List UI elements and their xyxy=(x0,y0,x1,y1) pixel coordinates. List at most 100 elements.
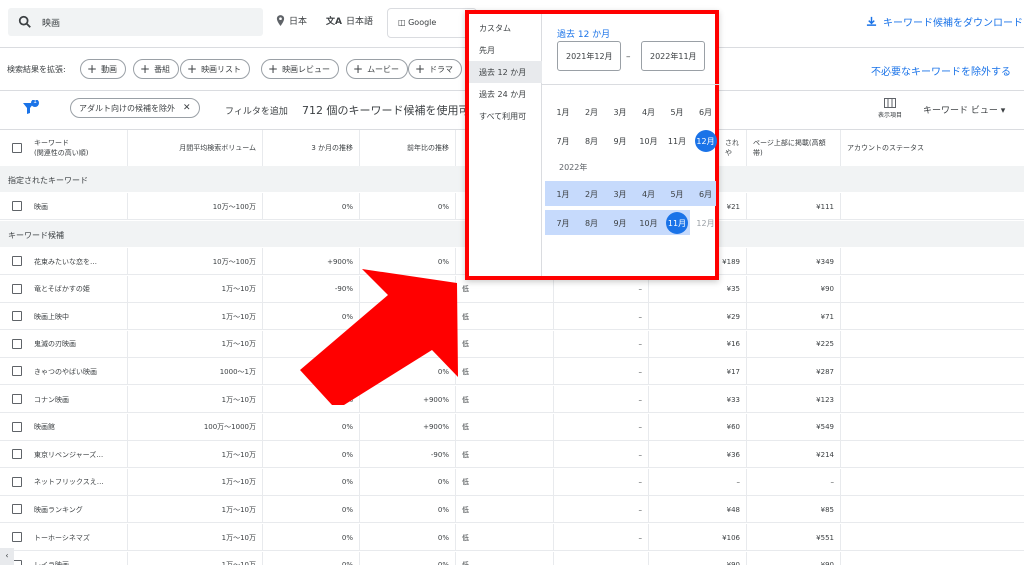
expand-chip[interactable]: + 映画レビュー xyxy=(261,59,340,79)
month-cell[interactable]: 1月 xyxy=(549,184,577,204)
month-cell[interactable]: 7月 xyxy=(549,213,577,233)
adult-filter-chip[interactable]: アダルト向けの候補を除外 ✕ xyxy=(70,98,200,118)
row-checkbox[interactable] xyxy=(12,201,22,211)
month-cell[interactable]: 7月 xyxy=(549,131,577,151)
end-date-field[interactable]: 2022年11月 xyxy=(641,41,705,71)
expand-chip[interactable]: + 番組 xyxy=(133,59,180,79)
row-checkbox[interactable] xyxy=(12,283,22,294)
month-cell[interactable]: 4月 xyxy=(635,184,663,204)
table-row[interactable]: きゃつのやばい映画1000〜1万0%0%低–¥17¥287 xyxy=(0,358,1024,386)
month-cell[interactable]: 1月 xyxy=(549,102,577,122)
three-month-cell: 0% xyxy=(263,441,360,469)
month-cell[interactable]: 3月 xyxy=(606,102,634,122)
keyword-cell: きゃつのやばい映画 xyxy=(28,358,128,386)
table-row[interactable]: レイラ映画1万〜10万0%0%低–¥90¥90 xyxy=(0,551,1024,565)
row-checkbox[interactable] xyxy=(12,421,22,432)
header-yoy-label: 前年比の推移 xyxy=(407,144,449,152)
header-account-status[interactable]: アカウントのステータス xyxy=(841,130,1024,166)
table-row[interactable]: 映画ランキング 1万〜10万 0% 0% 低 – ¥48 ¥85 xyxy=(0,496,1024,524)
month-cell[interactable]: 5月 xyxy=(663,102,691,122)
month-cell[interactable]: 4月 xyxy=(635,102,663,122)
month-cell[interactable]: 9月 xyxy=(606,131,634,151)
download-ideas-button[interactable]: キーワード候補をダウンロード xyxy=(866,14,1023,29)
account-status-cell xyxy=(841,552,1024,565)
month-cell[interactable]: 8月 xyxy=(578,213,606,233)
table-row[interactable]: 映画上映中1万〜10万0%0%低–¥29¥71 xyxy=(0,303,1024,331)
volume-cell: 1万〜10万 xyxy=(128,330,263,358)
expand-chip[interactable]: + 映画リスト xyxy=(180,59,251,79)
keyword-cell: トーホーシネマズ xyxy=(28,524,128,551)
row-checkbox[interactable] xyxy=(12,394,22,404)
month-cell[interactable]: 2月 xyxy=(578,102,606,122)
month-cell[interactable]: 9月 xyxy=(606,213,634,233)
header-keyword[interactable]: キーワード (関連性の高い順) xyxy=(28,130,128,166)
volume-cell: 1万〜10万 xyxy=(128,551,263,565)
plus-icon: + xyxy=(268,62,279,76)
month-cell[interactable]: 6月 xyxy=(692,102,720,122)
row-checkbox[interactable] xyxy=(12,532,22,542)
month-cell[interactable]: 12月 xyxy=(694,130,717,152)
table-row[interactable]: トーホーシネマズ 1万〜10万 0% 0% 低 – ¥106 ¥551 xyxy=(0,524,1024,551)
row-checkbox[interactable] xyxy=(12,311,22,322)
bid-low-cell: ¥17 xyxy=(649,358,747,386)
preset-custom[interactable]: カスタム xyxy=(469,17,542,39)
month-cell[interactable]: 6月 xyxy=(692,184,720,204)
table-row[interactable]: 東京リベンジャーズ… 1万〜10万 0% -90% 低 – ¥36 ¥214 xyxy=(0,441,1024,469)
row-checkbox[interactable] xyxy=(12,476,22,487)
account-status-cell xyxy=(841,193,1024,220)
month-cell[interactable]: 11月 xyxy=(663,131,691,151)
row-checkbox[interactable] xyxy=(12,338,22,349)
month-cell[interactable]: 2月 xyxy=(578,184,606,204)
month-cell[interactable]: 3月 xyxy=(606,184,634,204)
account-status-cell xyxy=(841,331,1024,358)
table-row[interactable]: 映画館 100万〜1000万 0% +900% 低 – ¥60 ¥549 xyxy=(0,413,1024,441)
bid-high-cell: ¥123 xyxy=(747,386,841,413)
volume-cell: 100万〜1000万 xyxy=(128,413,263,441)
row-checkbox[interactable] xyxy=(12,256,22,266)
impression-share-cell: – xyxy=(554,330,649,358)
header-volume[interactable]: 月間平均検索ボリューム xyxy=(128,130,263,166)
filter-button[interactable]: 1 xyxy=(22,98,40,120)
three-month-cell: 0% xyxy=(263,468,360,496)
search-engine-selector[interactable]: ◫ Google xyxy=(387,8,477,38)
table-row[interactable]: コナン映画1万〜10万+900%+900%低–¥33¥123 xyxy=(0,386,1024,413)
month-cell[interactable]: 12月 xyxy=(692,213,720,233)
month-cell[interactable]: 8月 xyxy=(578,131,606,151)
account-status-cell xyxy=(841,386,1024,413)
row-checkbox[interactable] xyxy=(12,366,22,377)
preset-last-12-months[interactable]: 過去 12 か月 xyxy=(469,61,542,83)
preset-last-month[interactable]: 先月 xyxy=(469,39,542,61)
pointer-arrow-graphic xyxy=(300,269,458,405)
header-yoy[interactable]: 前年比の推移 xyxy=(360,130,456,166)
row-checkbox[interactable] xyxy=(12,504,22,515)
columns-button[interactable]: 表示項目 xyxy=(872,98,908,119)
exclude-keywords-link[interactable]: 不必要なキーワードを除外する xyxy=(871,63,1011,78)
view-selector[interactable]: キーワード ビュー ▾ xyxy=(923,103,1005,116)
table-row[interactable]: ネットフリックスえ… 1万〜10万 0% 0% 低 – – – xyxy=(0,468,1024,496)
expand-chip[interactable]: + ドラマ xyxy=(408,59,463,79)
competition-cell: 低 xyxy=(456,524,554,551)
preset-last-24-months[interactable]: 過去 24 か月 xyxy=(469,83,542,105)
close-icon[interactable]: ✕ xyxy=(183,103,191,113)
header-bid-low[interactable]: されや xyxy=(719,130,747,166)
location-selector[interactable]: 日本 xyxy=(276,14,307,27)
month-cell[interactable]: 10月 xyxy=(635,131,663,151)
expand-chip[interactable]: + 動画 xyxy=(80,59,127,79)
collapse-handle[interactable]: ‹ xyxy=(0,548,14,565)
add-filter-button[interactable]: フィルタを追加 xyxy=(225,104,288,117)
start-date-field[interactable]: 2021年12月 xyxy=(557,41,621,71)
month-cell[interactable]: 10月 xyxy=(635,213,663,233)
search-input[interactable]: 映画 xyxy=(8,8,263,36)
competition-cell: 低 xyxy=(456,303,554,331)
month-cell[interactable]: 5月 xyxy=(663,184,691,204)
language-selector[interactable]: 文A 日本語 xyxy=(326,14,373,27)
preset-all-available[interactable]: すべて利用可 xyxy=(469,105,542,127)
table-row[interactable]: 鬼滅の刃映画1万〜10万0%0%低–¥16¥225 xyxy=(0,330,1024,358)
expand-chip[interactable]: + ムービー xyxy=(346,59,409,79)
select-all-checkbox[interactable] xyxy=(12,143,22,153)
row-checkbox[interactable] xyxy=(12,449,22,460)
header-three-month[interactable]: 3 か月の推移 xyxy=(263,130,360,166)
three-month-cell: 0% xyxy=(263,496,360,524)
month-cell[interactable]: 11月 xyxy=(666,212,688,234)
header-bid-high[interactable]: ページ上部に掲載(高額帯) xyxy=(747,130,841,166)
